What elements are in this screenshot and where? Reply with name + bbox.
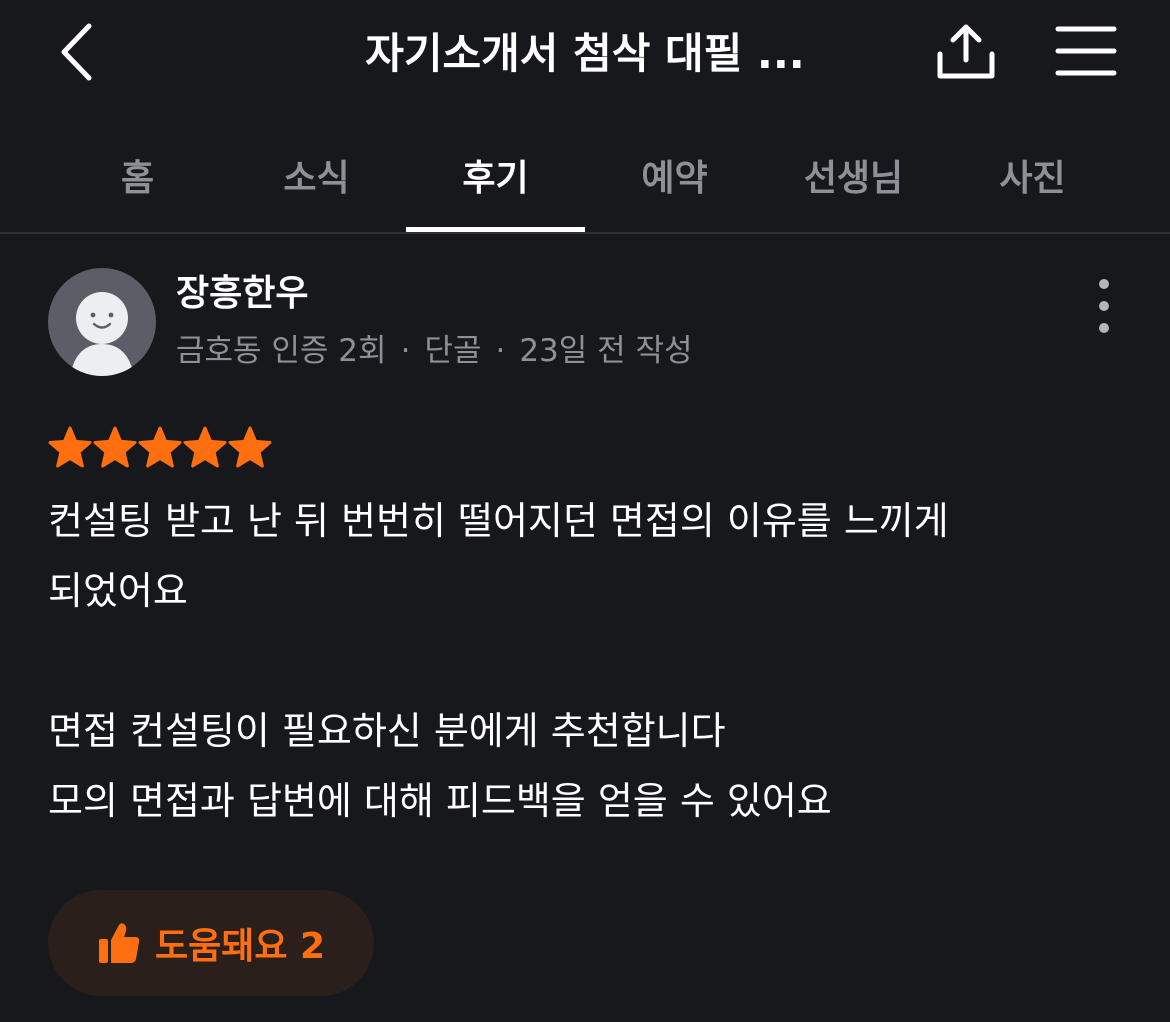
review-line: 컨설팅 받고 난 뒤 번번히 떨어지던 면접의 이유를 느끼게 — [48, 499, 949, 543]
star-icon — [183, 426, 227, 468]
meta-separator: · — [400, 333, 411, 369]
chevron-left-icon — [61, 23, 92, 81]
tab-bar: 홈 소식 후기 예약 선생님 사진 — [48, 118, 1122, 232]
author-meta: 금호동 인증 2회 · 단골 · 23일 전 작성 — [176, 328, 693, 374]
review-line: 면접 컨설팅이 필요하신 분에게 추천합니다 — [48, 709, 726, 753]
star-icon — [93, 426, 137, 468]
meta-separator: · — [495, 333, 506, 369]
posted-time: 23일 전 작성 — [519, 333, 693, 369]
star-icon — [228, 426, 272, 468]
review-line: 되었어요 — [48, 569, 188, 613]
share-icon — [937, 24, 995, 79]
share-button[interactable] — [928, 16, 1004, 88]
helpful-button[interactable]: 도움돼요 2 — [48, 890, 374, 996]
star-rating — [48, 426, 272, 470]
tab-home[interactable]: 홈 — [48, 118, 227, 232]
more-options-button[interactable] — [1080, 270, 1128, 342]
tab-photos[interactable]: 사진 — [943, 118, 1122, 232]
menu-button[interactable] — [1050, 18, 1122, 84]
review-body: 컨설팅 받고 난 뒤 번번히 떨어지던 면접의 이유를 느끼게 되었어요 면접 … — [48, 486, 1128, 836]
tab-reservation[interactable]: 예약 — [585, 118, 764, 232]
star-icon — [138, 426, 182, 468]
author-name[interactable]: 장흥한우 — [176, 268, 308, 320]
verification-count: 금호동 인증 2회 — [176, 333, 387, 369]
regular-badge: 단골 — [424, 333, 482, 369]
tab-reviews[interactable]: 후기 — [406, 118, 585, 232]
back-button[interactable] — [46, 18, 106, 86]
tab-teachers[interactable]: 선생님 — [764, 118, 943, 232]
star-icon — [48, 426, 92, 468]
page-title: 자기소개서 첨삭 대필 ... — [365, 29, 805, 78]
avatar[interactable] — [48, 268, 156, 376]
hamburger-menu-icon — [1055, 26, 1117, 76]
default-profile-icon — [70, 292, 134, 376]
review-line: 모의 면접과 답변에 대해 피드백을 얻을 수 있어요 — [48, 779, 832, 823]
tab-news[interactable]: 소식 — [227, 118, 406, 232]
helpful-label: 도움돼요 2 — [154, 926, 326, 967]
top-app-bar: 자기소개서 첨삭 대필 ... — [0, 0, 1170, 110]
tabs-divider — [0, 232, 1170, 234]
thumbs-up-icon — [98, 923, 140, 963]
more-vertical-icon — [1099, 279, 1109, 333]
